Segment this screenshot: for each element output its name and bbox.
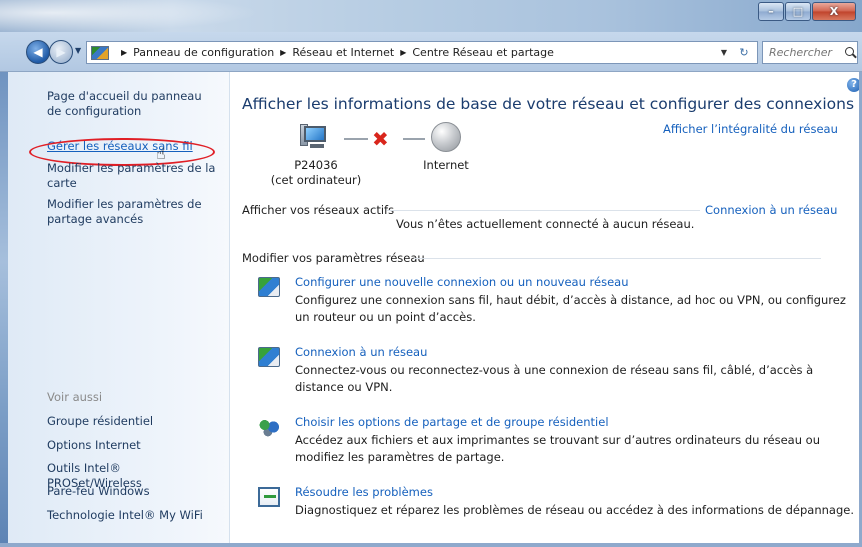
page-title: Afficher les informations de base de vot… (242, 95, 855, 113)
minimize-button[interactable]: – (758, 2, 784, 21)
computer-sublabel: (cet ordinateur) (270, 173, 362, 187)
window-frame-left (0, 72, 8, 547)
sidebar-link-adapter-settings[interactable]: Modifier les paramètres de la carte (47, 161, 217, 191)
control-panel-icon (91, 45, 109, 60)
title-bar: – □ X (0, 0, 862, 32)
task-description: Diagnostiquez et réparez les problèmes d… (295, 503, 854, 517)
close-icon: X (829, 5, 839, 18)
active-networks-heading: Afficher vos réseaux actifs (242, 203, 395, 217)
task-link-sharing-options[interactable]: Choisir les options de partage et de gro… (295, 415, 609, 429)
breadcrumb-separator[interactable]: ▶ (400, 48, 406, 57)
internet-globe-icon[interactable] (431, 122, 461, 152)
troubleshoot-icon (258, 487, 280, 507)
computer-name: P24036 (294, 158, 338, 172)
back-arrow-icon: ◀ (33, 45, 43, 59)
divider (387, 210, 700, 211)
task-description: Connectez-vous ou reconnectez-vous à une… (295, 363, 814, 394)
window-controls: – □ X (757, 2, 856, 21)
see-also-internet-options[interactable]: Options Internet (47, 438, 217, 453)
see-also-intel-mywifi[interactable]: Technologie Intel® My WiFi (47, 508, 217, 523)
close-button[interactable]: X (812, 2, 856, 21)
connection-line (344, 138, 368, 140)
divider (414, 258, 821, 259)
search-box[interactable] (762, 41, 858, 64)
task-link-troubleshoot[interactable]: Résoudre les problèmes (295, 485, 433, 499)
refresh-icon[interactable]: ↻ (735, 45, 753, 60)
connect-to-network-link[interactable]: Connexion à un réseau (705, 203, 837, 217)
maximize-button[interactable]: □ (785, 2, 811, 21)
maximize-icon: □ (792, 5, 804, 18)
breadcrumb-control-panel[interactable]: Panneau de configuration (133, 46, 274, 59)
see-also-homegroup[interactable]: Groupe résidentiel (47, 414, 217, 429)
sidebar: Page d'accueil du panneau de configurati… (8, 72, 230, 543)
disconnected-x-icon: ✖ (372, 127, 389, 151)
navigation-bar: ◀ ▶ ▼ ▶ Panneau de configuration ▶ Résea… (0, 32, 862, 72)
minimize-icon: – (768, 5, 774, 18)
connection-line (403, 138, 425, 140)
task-description: Accédez aux fichiers et aux imprimantes … (295, 433, 820, 464)
connect-network-icon (258, 347, 280, 367)
change-settings-heading: Modifier vos paramètres réseau (242, 251, 425, 265)
breadcrumb-separator[interactable]: ▶ (280, 48, 286, 57)
breadcrumb-network-center[interactable]: Centre Réseau et partage (412, 46, 554, 59)
not-connected-message: Vous n’êtes actuellement connecté à aucu… (396, 217, 695, 231)
main-content: ? Afficher les informations de base de v… (231, 72, 861, 543)
search-input[interactable] (769, 46, 843, 59)
forward-arrow-icon: ▶ (56, 45, 66, 59)
forward-button[interactable]: ▶ (49, 40, 73, 64)
task-description: Configurez une connexion sans fil, haut … (295, 293, 846, 324)
computer-icon[interactable] (300, 124, 332, 152)
address-bar[interactable]: ▶ Panneau de configuration ▶ Réseau et I… (86, 41, 758, 64)
sidebar-link-control-panel-home[interactable]: Page d'accueil du panneau de configurati… (47, 89, 217, 119)
see-also-heading: Voir aussi (47, 390, 103, 404)
breadcrumb-network-internet[interactable]: Réseau et Internet (292, 46, 394, 59)
task-link-connect-network[interactable]: Connexion à un réseau (295, 345, 427, 359)
full-network-map-link[interactable]: Afficher l’intégralité du réseau (663, 122, 838, 136)
task-link-new-connection[interactable]: Configurer une nouvelle connexion ou un … (295, 275, 628, 289)
homegroup-sharing-icon (258, 417, 280, 437)
internet-label: Internet (423, 158, 469, 172)
breadcrumb-separator[interactable]: ▶ (121, 48, 127, 57)
window-frame-bottom (0, 543, 862, 547)
see-also-firewall[interactable]: Pare-feu Windows (47, 484, 217, 499)
new-connection-icon (258, 277, 280, 297)
recent-pages-dropdown[interactable]: ▼ (75, 46, 81, 55)
back-button[interactable]: ◀ (26, 40, 50, 64)
address-dropdown-icon[interactable]: ▼ (721, 48, 727, 57)
sidebar-link-advanced-sharing[interactable]: Modifier les paramètres de partage avanc… (47, 197, 217, 227)
search-icon[interactable] (845, 46, 857, 59)
